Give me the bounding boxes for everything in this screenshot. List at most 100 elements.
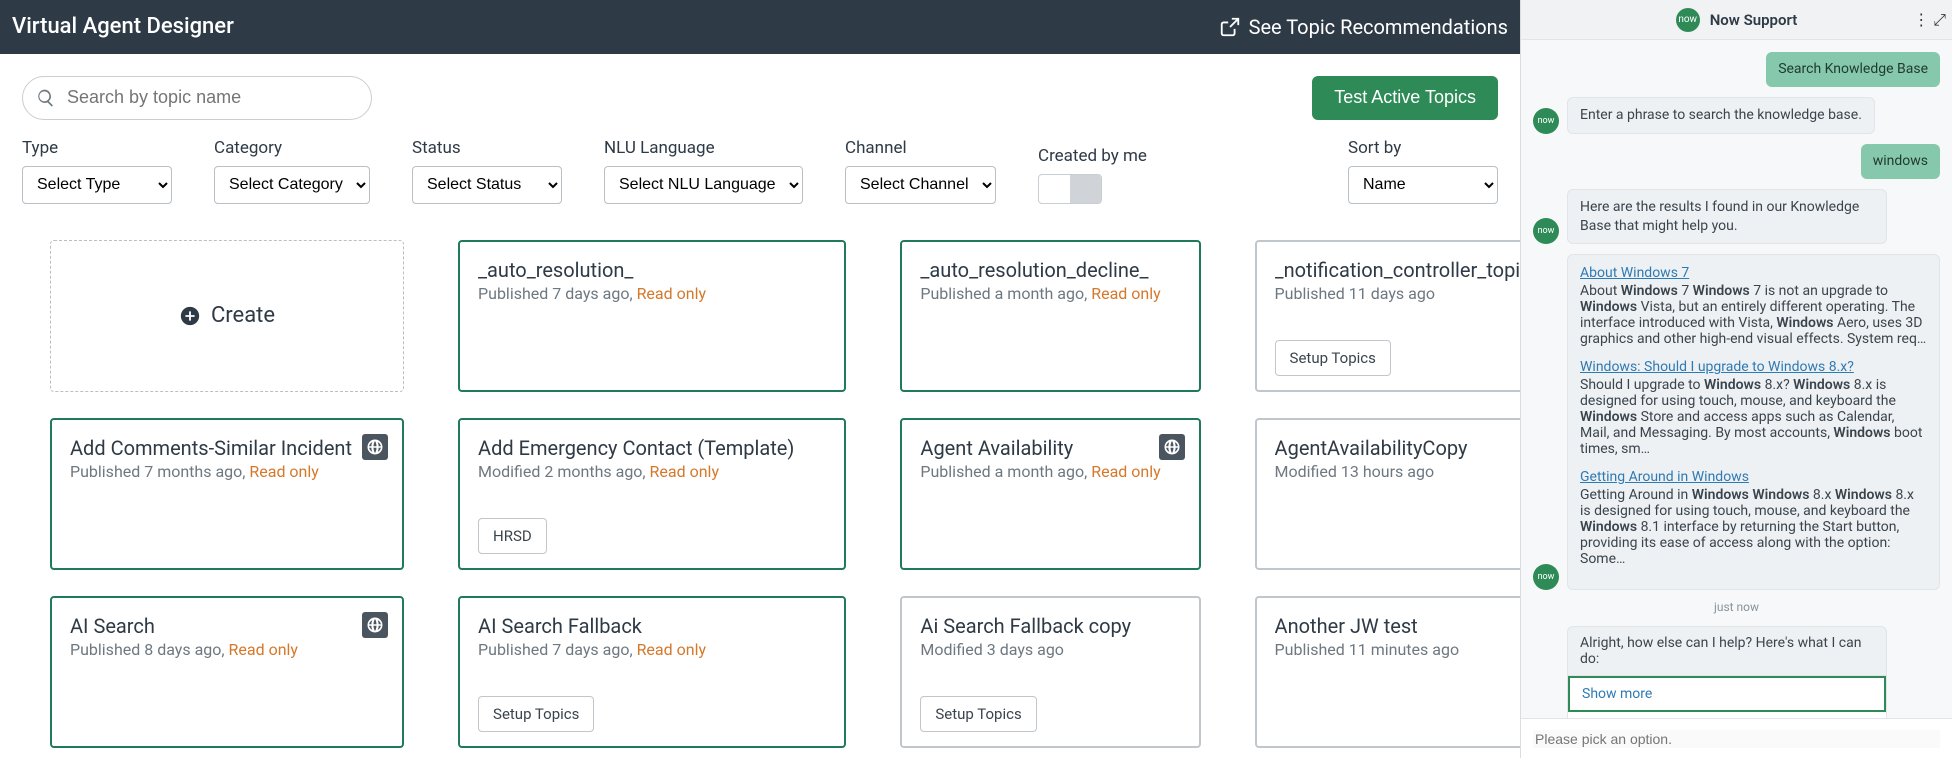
topic-tag: Setup Topics: [1275, 340, 1391, 376]
topic-grid: Create _auto_resolution_ Published 7 days…: [0, 222, 1520, 758]
topic-card[interactable]: Agent Availability Published a month ago,…: [900, 418, 1200, 570]
toolbar: Test Active Topics: [0, 54, 1520, 130]
test-active-topics-button[interactable]: Test Active Topics: [1312, 76, 1498, 120]
va-message-input[interactable]: [1533, 730, 1940, 748]
topic-tag: Setup Topics: [478, 696, 594, 732]
read-only-badge: Read only: [637, 284, 706, 303]
va-conversation[interactable]: Search Knowledge Base now Enter a phrase…: [1521, 40, 1952, 718]
created-by-me-toggle[interactable]: [1038, 174, 1102, 204]
topic-title: Agent Availability: [920, 436, 1180, 460]
topic-title: Ai Search Fallback copy: [920, 614, 1180, 638]
kb-result-snippet: About Windows 7 Windows 7 is not an upgr…: [1580, 283, 1927, 347]
filters-row: Type Select Type Category Select Categor…: [0, 130, 1520, 222]
topic-meta: Published 11 days ago: [1275, 284, 1520, 303]
topic-title: Add Emergency Contact (Template): [478, 436, 826, 460]
va-more-menu[interactable]: ⋮: [1913, 10, 1929, 29]
va-option[interactable]: Show more: [1568, 676, 1886, 712]
topic-card[interactable]: AI Search Published 8 days ago, Read only: [50, 596, 404, 748]
topic-card[interactable]: _notification_controller_topic_… Publishe…: [1255, 240, 1520, 392]
search-input[interactable]: [22, 76, 372, 120]
topic-meta: Published a month ago, Read only: [920, 284, 1180, 303]
topic-title: _auto_resolution_decline_: [920, 258, 1180, 282]
channel-filter-select[interactable]: Select Channel: [845, 166, 996, 204]
topic-tag: HRSD: [478, 518, 547, 554]
bot-message: now Here are the results I found in our …: [1533, 189, 1940, 245]
topic-title: _notification_controller_topic_…: [1275, 258, 1520, 282]
status-filter-select[interactable]: Select Status: [412, 166, 562, 204]
topic-card[interactable]: _auto_resolution_ Published 7 days ago, R…: [458, 240, 846, 392]
designer-app: Virtual Agent Designer See Topic Recomme…: [0, 0, 1520, 758]
read-only-badge: Read only: [1091, 462, 1160, 481]
kb-result-snippet: Getting Around in Windows Windows 8.x Wi…: [1580, 487, 1927, 567]
read-only-badge: Read only: [229, 640, 298, 659]
globe-icon: [362, 612, 388, 638]
read-only-badge: Read only: [249, 462, 318, 481]
kb-result-link[interactable]: Windows: Should I upgrade to Windows 8.x…: [1580, 359, 1927, 375]
user-message: Search Knowledge Base: [1533, 52, 1940, 87]
topic-card[interactable]: Ai Search Fallback copy Modified 3 days a…: [900, 596, 1200, 748]
page-title: Virtual Agent Designer: [12, 14, 234, 39]
topic-meta: Published a month ago, Read only: [920, 462, 1180, 481]
topic-meta: Published 7 days ago, Read only: [478, 284, 826, 303]
bot-avatar-icon: now: [1533, 108, 1559, 134]
topic-card[interactable]: AI Search Fallback Published 7 days ago, …: [458, 596, 846, 748]
va-input-bar: [1521, 718, 1952, 758]
virtual-agent-panel: now Now Support ⋮ ⤢ Search Knowledge Bas…: [1520, 0, 1952, 758]
topic-card[interactable]: Add Comments-Similar IncidentPublished 7…: [50, 418, 404, 570]
sort-by-select[interactable]: Name: [1348, 166, 1498, 204]
user-bubble: Search Knowledge Base: [1766, 52, 1940, 87]
topic-meta: Published 7 days ago, Read only: [478, 640, 826, 659]
topic-meta: Published 8 days ago, Read only: [70, 640, 384, 659]
read-only-badge: Read only: [637, 640, 706, 659]
bot-options: now Alright, how else can I help? Here's…: [1533, 626, 1940, 718]
kb-result-link[interactable]: About Windows 7: [1580, 265, 1927, 281]
topic-title: AgentAvailabilityCopy: [1275, 436, 1520, 460]
topic-title: Another JW test: [1275, 614, 1520, 638]
see-recommendations-link[interactable]: See Topic Recommendations: [1219, 15, 1508, 39]
user-message: windows: [1533, 144, 1940, 179]
topic-meta: Modified 2 months ago, Read only: [478, 462, 826, 481]
bot-bubble: Here are the results I found in our Know…: [1567, 189, 1887, 245]
topic-meta: Published 7 months ago, Read only: [70, 462, 384, 481]
globe-icon: [362, 434, 388, 460]
va-brand-icon: now: [1676, 8, 1700, 32]
topic-meta: Modified 3 days ago: [920, 640, 1180, 659]
user-bubble: windows: [1861, 144, 1940, 179]
category-filter-select[interactable]: Select Category: [214, 166, 370, 204]
timestamp: just now: [1533, 600, 1940, 614]
type-filter-select[interactable]: Select Type: [22, 166, 172, 204]
option-header: Alright, how else can I help? Here's wha…: [1568, 627, 1886, 676]
created-by-me-label: Created by me: [1038, 146, 1147, 166]
topic-title: _auto_resolution_: [478, 258, 826, 282]
status-filter-label: Status: [412, 138, 562, 158]
va-expand-icon[interactable]: ⤢: [1933, 10, 1946, 30]
nlu-filter-select[interactable]: Select NLU Language: [604, 166, 803, 204]
topic-meta: Published 11 minutes ago: [1275, 640, 1520, 659]
plus-circle-icon: [179, 305, 201, 327]
bot-avatar-icon: now: [1533, 218, 1559, 244]
topic-card[interactable]: _auto_resolution_decline_ Published a mon…: [900, 240, 1200, 392]
topic-card[interactable]: Another JW test Published 11 minutes ago: [1255, 596, 1520, 748]
bot-bubble: Enter a phrase to search the knowledge b…: [1567, 97, 1875, 134]
create-label: Create: [211, 303, 275, 328]
topic-card[interactable]: Add Emergency Contact (Template) Modified…: [458, 418, 846, 570]
create-topic-card[interactable]: Create: [50, 240, 404, 392]
kb-results: now About Windows 7 About Windows 7 Windo…: [1533, 254, 1940, 590]
bot-avatar-icon: now: [1533, 564, 1559, 590]
va-header: now Now Support ⋮ ⤢: [1521, 0, 1952, 40]
read-only-badge: Read only: [650, 462, 719, 481]
channel-filter-label: Channel: [845, 138, 996, 158]
search-wrap: [22, 76, 372, 120]
sort-by-label: Sort by: [1348, 138, 1498, 158]
topic-title: AI Search: [70, 614, 384, 638]
read-only-badge: Read only: [1091, 284, 1160, 303]
topic-tag: Setup Topics: [920, 696, 1036, 732]
external-link-icon: [1219, 16, 1241, 38]
search-icon: [36, 88, 56, 108]
nlu-filter-label: NLU Language: [604, 138, 803, 158]
topic-card[interactable]: AgentAvailabilityCopyModified 13 hours a…: [1255, 418, 1520, 570]
kb-result-link[interactable]: Getting Around in Windows: [1580, 469, 1927, 485]
bot-message: now Enter a phrase to search the knowled…: [1533, 97, 1940, 134]
category-filter-label: Category: [214, 138, 370, 158]
topic-title: AI Search Fallback: [478, 614, 826, 638]
